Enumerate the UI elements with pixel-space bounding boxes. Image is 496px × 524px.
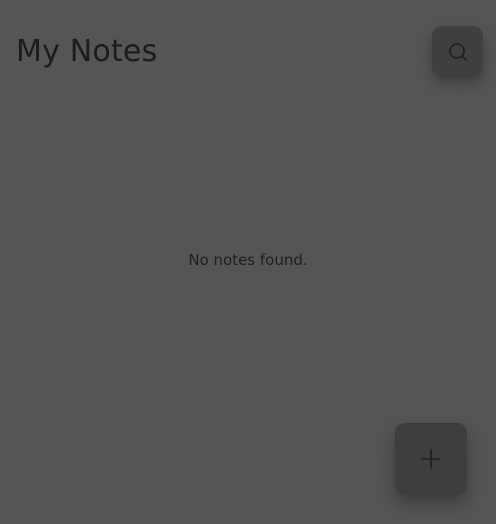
search-button[interactable]	[432, 26, 483, 77]
empty-state-message: No notes found.	[188, 251, 308, 269]
page-title: My Notes	[16, 34, 158, 69]
search-icon	[447, 41, 469, 63]
notes-app: My Notes No notes found.	[0, 0, 496, 524]
add-note-button[interactable]	[395, 423, 467, 495]
plus-icon	[420, 448, 442, 470]
